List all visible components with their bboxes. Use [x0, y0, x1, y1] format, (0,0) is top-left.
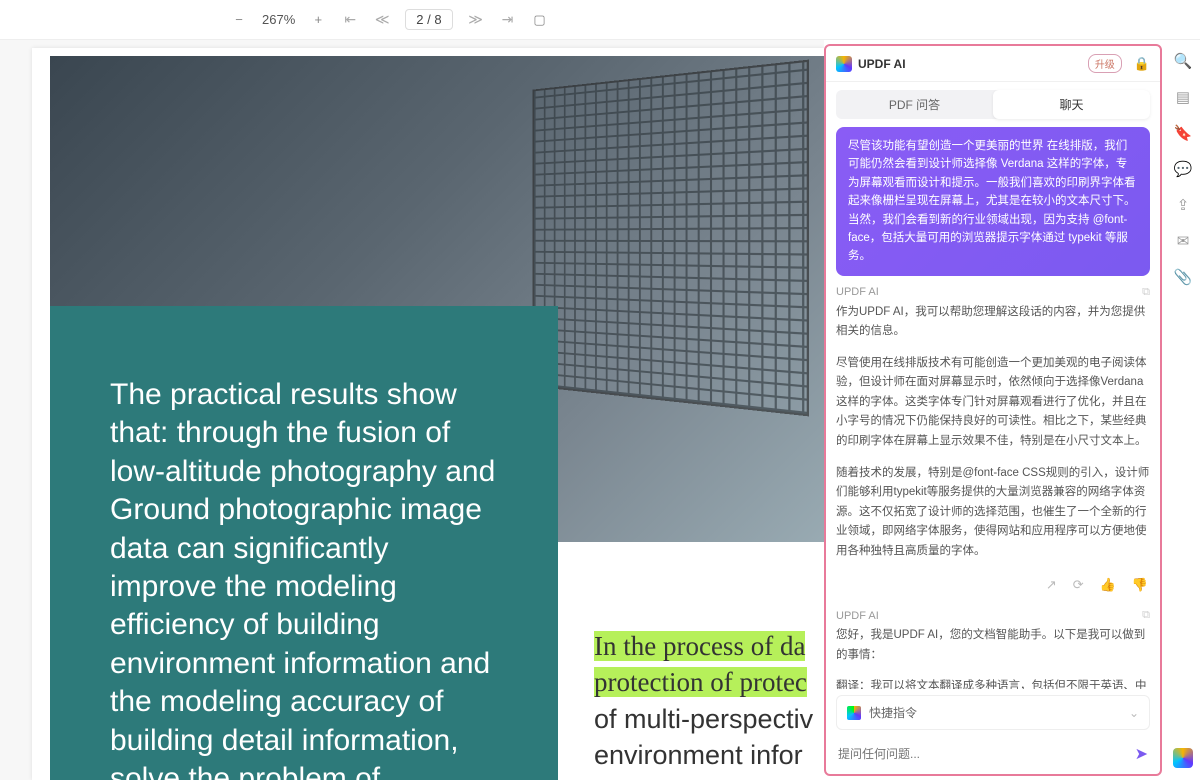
right-text-column: In the process of da protection of prote…	[594, 628, 824, 780]
ai-conversation[interactable]: 尽管该功能有望创造一个更美丽的世界 在线排版，我们可能仍然会看到设计师选择像 V…	[826, 127, 1160, 689]
text-line-4: environment infor	[594, 740, 803, 770]
copy-icon[interactable]: ⧉	[1142, 286, 1150, 299]
updf-logo-icon	[836, 56, 852, 72]
ai-tabs: PDF 问答 聊天	[836, 90, 1150, 119]
upgrade-badge[interactable]: 升级	[1088, 54, 1122, 73]
mail-icon[interactable]: ✉	[1177, 232, 1190, 250]
send-icon[interactable]: ➤	[1135, 744, 1148, 764]
thumbs-down-icon[interactable]: 👎	[1132, 577, 1148, 593]
ai-response-1: 作为UPDF AI，我可以帮助您理解这段话的内容，并为您提供相关的信息。 尽管使…	[836, 303, 1150, 562]
document-viewport[interactable]: The practical results show that: through…	[0, 40, 824, 780]
ai-sender-label: UPDF AI ⧉	[836, 286, 1150, 299]
ai-panel: UPDF AI 升级 🔒 PDF 问答 聊天 尽管该功能有望创造一个更美丽的世界…	[824, 44, 1162, 776]
user-message: 尽管该功能有望创造一个更美丽的世界 在线排版，我们可能仍然会看到设计师选择像 V…	[836, 127, 1150, 276]
pdf-page: The practical results show that: through…	[32, 48, 824, 780]
top-toolbar: − 267% + ⇤ ≪ 2 / 8 ≫ ⇥ ▢	[0, 0, 1200, 40]
chevron-down-icon: ⌄	[1129, 706, 1139, 720]
comments-icon[interactable]: 💬	[1174, 160, 1193, 178]
tab-chat[interactable]: 聊天	[993, 90, 1150, 119]
chat-input-row: ➤	[826, 736, 1160, 774]
copy-icon[interactable]: ⧉	[1142, 609, 1150, 622]
attach-icon[interactable]: 📎	[1174, 268, 1193, 286]
lock-icon[interactable]: 🔒	[1134, 56, 1150, 72]
page-indicator[interactable]: 2 / 8	[405, 9, 452, 30]
quick-icon	[847, 706, 861, 720]
bookmark-icon[interactable]: 🔖	[1174, 124, 1193, 142]
export-icon[interactable]: ⇪	[1177, 196, 1190, 214]
last-page-icon[interactable]: ⇥	[499, 11, 517, 29]
quick-label: 快捷指令	[869, 704, 917, 721]
ai-title: UPDF AI	[858, 57, 906, 71]
present-icon[interactable]: ▢	[531, 11, 549, 29]
message-actions: ↗ ⟳ 👍 👎	[836, 573, 1150, 603]
teal-text: The practical results show that: through…	[110, 378, 495, 780]
highlight-line-1: In the process of da	[594, 631, 805, 661]
zoom-out-icon[interactable]: −	[230, 11, 248, 29]
ai-toggle-icon[interactable]	[1173, 748, 1193, 768]
zoom-level[interactable]: 267%	[262, 12, 295, 27]
regenerate-icon[interactable]: ⟳	[1073, 577, 1084, 593]
ai-sender-label-2: UPDF AI ⧉	[836, 609, 1150, 622]
ai-response-2: 您好，我是UPDF AI，您的文档智能助手。以下是我可以做到的事情： 翻译：我可…	[836, 626, 1150, 689]
chat-input[interactable]	[838, 747, 1127, 761]
text-line-3: of multi-perspectiv	[594, 704, 813, 734]
quick-commands[interactable]: 快捷指令 ⌄	[836, 695, 1150, 730]
ai-header: UPDF AI 升级 🔒	[826, 46, 1160, 82]
right-sidebar: 🔍 ▤ 🔖 💬 ⇪ ✉ 📎	[1166, 40, 1200, 780]
thumbs-up-icon[interactable]: 👍	[1100, 577, 1116, 593]
first-page-icon[interactable]: ⇤	[341, 11, 359, 29]
teal-text-block: The practical results show that: through…	[50, 306, 558, 780]
next-page-icon[interactable]: ≫	[467, 11, 485, 29]
search-icon[interactable]: 🔍	[1174, 52, 1193, 70]
tab-pdf-qa[interactable]: PDF 问答	[836, 90, 993, 119]
zoom-in-icon[interactable]: +	[309, 11, 327, 29]
share-icon[interactable]: ↗	[1046, 577, 1057, 593]
highlight-line-2: protection of protec	[594, 667, 807, 697]
thumbnails-icon[interactable]: ▤	[1176, 88, 1190, 106]
prev-page-icon[interactable]: ≪	[373, 11, 391, 29]
